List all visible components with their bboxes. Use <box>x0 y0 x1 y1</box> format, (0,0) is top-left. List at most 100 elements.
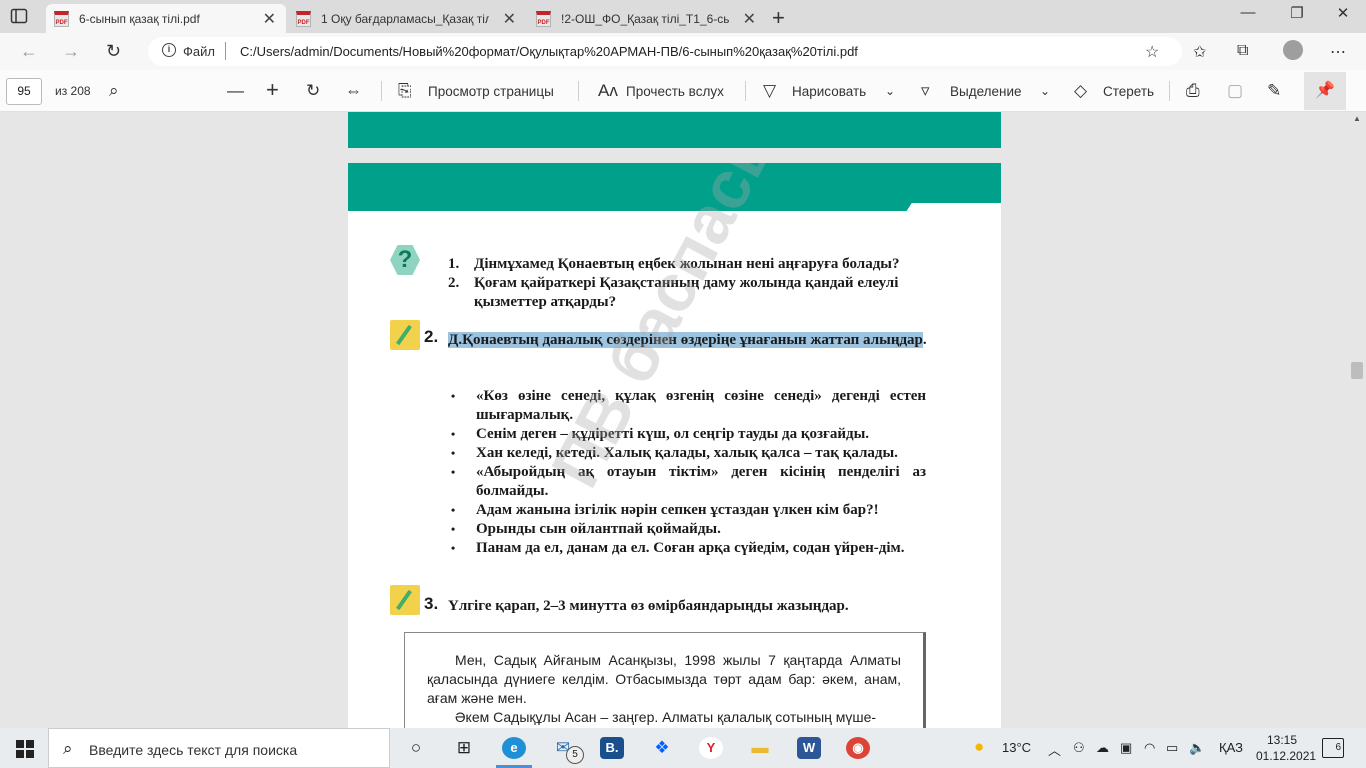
network-icon[interactable]: ▣ <box>1120 740 1132 756</box>
tab-actions-icon[interactable] <box>10 7 28 25</box>
toolbar-divider <box>745 81 746 101</box>
list-item: Орынды сын ойлантпай қоймайды. <box>448 520 926 539</box>
search-placeholder: Введите здесь текст для поиска <box>89 742 298 758</box>
pdf-viewer[interactable]: ? 1. Дінмұхамед Қонаевтың еңбек жолынан н… <box>0 112 1366 728</box>
file-explorer-icon[interactable]: ▬ <box>748 737 772 759</box>
sample-paragraph: Әкем Садықұлы Асан – заңгер. Алматы қала… <box>455 709 877 725</box>
search-icon[interactable]: ⌕ <box>109 81 119 101</box>
temperature[interactable]: 13°C <box>1002 740 1031 755</box>
scrollbar-thumb[interactable] <box>1351 362 1363 379</box>
highlight-icon[interactable]: ▿ <box>921 81 930 101</box>
collections-icon[interactable]: ⧉ <box>1237 42 1248 60</box>
chevron-down-icon[interactable]: ⌄ <box>1040 84 1050 98</box>
eraser-icon[interactable]: ◇ <box>1074 81 1087 101</box>
erase-button[interactable]: Стереть <box>1103 84 1154 99</box>
close-tab-icon[interactable]: ✕ <box>263 9 276 29</box>
windows-start-icon[interactable] <box>16 740 34 758</box>
sample-paragraph: Мен, Садық Айғаным Асанқызы, 1998 жылы 7… <box>427 652 901 706</box>
display-icon[interactable]: ▭ <box>1166 740 1178 756</box>
tab-title: !2-ОШ_ФО_Қазақ тілі_Т1_6-сын <box>561 11 729 26</box>
print-icon[interactable]: ⎙ <box>1186 81 1200 101</box>
edge-icon[interactable]: e <box>502 737 526 759</box>
url-scheme-label: Файл <box>183 44 215 59</box>
save-icon[interactable]: ▢ <box>1227 81 1243 101</box>
chevron-up-icon[interactable]: ︿ <box>1048 740 1061 759</box>
header-band-cut <box>904 203 1001 215</box>
profile-avatar[interactable] <box>1283 40 1303 60</box>
write-task-icon <box>390 320 420 350</box>
new-tab-button[interactable]: + <box>772 5 785 31</box>
toolbar-divider <box>381 81 382 101</box>
b-app-icon[interactable]: B. <box>600 737 624 759</box>
dropbox-icon[interactable]: ❖ <box>650 737 674 759</box>
taskbar-search[interactable]: ⌕ Введите здесь текст для поиска <box>48 728 390 768</box>
clock[interactable]: 13:15 01.12.2021 <box>1256 732 1317 764</box>
page-view-icon[interactable]: ⎘ <box>398 81 412 101</box>
page-view-button[interactable]: Просмотр страницы <box>428 84 554 99</box>
task-number: 2. <box>424 327 439 346</box>
question-icon: ? <box>390 245 420 275</box>
wifi-icon[interactable]: ◠ <box>1144 740 1155 756</box>
list-item: «Абыройдың ақ отауын тіктім» деген кісін… <box>448 463 926 501</box>
list-item: Адам жанына ізгілік нәрін сепкен ұстазда… <box>448 501 926 520</box>
task-view-icon[interactable]: ⊞ <box>452 737 476 759</box>
chrome-icon[interactable]: ◉ <box>846 737 870 759</box>
info-icon[interactable]: i <box>162 43 176 57</box>
clock-date: 01.12.2021 <box>1256 749 1317 763</box>
taskbar: ⌕ Введите здесь текст для поиска ○ ⊞ e ✉… <box>0 728 1366 768</box>
close-tab-icon[interactable]: ✕ <box>503 9 516 29</box>
notifications-icon[interactable]: 6 <box>1322 738 1344 758</box>
tab-assessment[interactable]: PDF !2-ОШ_ФО_Қазақ тілі_Т1_6-сын ✕ <box>528 4 766 33</box>
minimize-button[interactable]: — <box>1233 4 1263 21</box>
back-icon[interactable]: ← <box>20 41 38 62</box>
read-aloud-button[interactable]: Прочесть вслух <box>626 84 724 99</box>
favorites-icon[interactable]: ✩ <box>1193 42 1206 62</box>
more-menu-icon[interactable]: ⋯ <box>1330 42 1346 62</box>
task-2-text[interactable]: Д.Қонаевтың даналық сөздерінен өздеріңе … <box>448 331 928 350</box>
forward-icon[interactable]: → <box>62 41 80 62</box>
highlight-button[interactable]: Выделение <box>950 84 1022 99</box>
task-number: 3. <box>424 594 439 613</box>
fit-width-icon[interactable]: ⇔ <box>345 81 362 101</box>
security-icon[interactable]: ⚇ <box>1073 740 1085 756</box>
yandex-icon[interactable]: Y <box>699 737 723 759</box>
close-window-button[interactable]: ✕ <box>1328 4 1358 22</box>
pdf-page: ? 1. Дінмұхамед Қонаевтың еңбек жолынан н… <box>348 163 1001 728</box>
restore-button[interactable]: ❐ <box>1282 4 1312 22</box>
url-text[interactable]: C:/Users/admin/Documents/Новый%20формат/… <box>240 44 858 59</box>
draw-icon[interactable]: ▽ <box>763 81 776 101</box>
zoom-out-icon[interactable]: — <box>227 81 244 101</box>
tab-active[interactable]: PDF 6-сынып қазақ тілі.pdf ✕ <box>46 4 286 33</box>
rotate-icon[interactable]: ↻ <box>306 81 320 101</box>
close-tab-icon[interactable]: ✕ <box>743 9 756 29</box>
save-as-icon[interactable]: ✎ <box>1267 81 1281 101</box>
list-item: 1. Дінмұхамед Қонаевтың еңбек жолынан нен… <box>448 256 900 272</box>
list-item: Сенім деген – құдіретті күш, ол сеңгір т… <box>448 425 926 444</box>
word-icon[interactable]: W <box>797 737 821 759</box>
draw-button[interactable]: Нарисовать <box>792 84 866 99</box>
page-number-input[interactable]: 95 <box>6 78 42 105</box>
toolbar-divider <box>1169 81 1170 101</box>
refresh-icon[interactable]: ↻ <box>106 41 121 62</box>
mail-badge: 5 <box>566 746 584 764</box>
tab-title: 1 Оқу бағдарламасы_Қазақ тілі <box>321 11 489 26</box>
page-header-band <box>348 163 1001 211</box>
language-indicator[interactable]: ҚАЗ <box>1219 740 1243 755</box>
zoom-in-icon[interactable]: + <box>266 77 279 103</box>
chevron-down-icon[interactable]: ⌄ <box>885 84 895 98</box>
cortana-icon[interactable]: ○ <box>404 737 428 759</box>
add-favorite-icon[interactable]: ☆ <box>1145 42 1159 62</box>
toolbar-divider <box>578 81 579 101</box>
volume-icon[interactable]: 🔈 <box>1189 740 1205 756</box>
cloud-icon[interactable]: ☁ <box>1096 740 1109 756</box>
quote-list: «Көз өзіне сенеді, құлақ өзгенің сөзіне … <box>448 387 926 558</box>
tab-bar: PDF 6-сынып қазақ тілі.pdf ✕ PDF 1 Оқу б… <box>0 0 1366 33</box>
selected-text[interactable]: Д.Қонаевтың даналық сөздерінен өздеріңе … <box>448 332 923 348</box>
read-aloud-icon[interactable]: Aᴧ <box>598 81 618 101</box>
task-3-text: Үлгіге қарап, 2–3 минутта өз өмірбаяндар… <box>448 598 849 614</box>
weather-icon[interactable]: ● <box>974 737 984 757</box>
tab-program[interactable]: PDF 1 Оқу бағдарламасы_Қазақ тілі ✕ <box>288 4 526 33</box>
pin-toolbar-icon[interactable]: 📌 <box>1304 72 1346 110</box>
search-icon: ⌕ <box>63 739 73 758</box>
scroll-up-arrow[interactable]: ▲ <box>1353 114 1361 123</box>
